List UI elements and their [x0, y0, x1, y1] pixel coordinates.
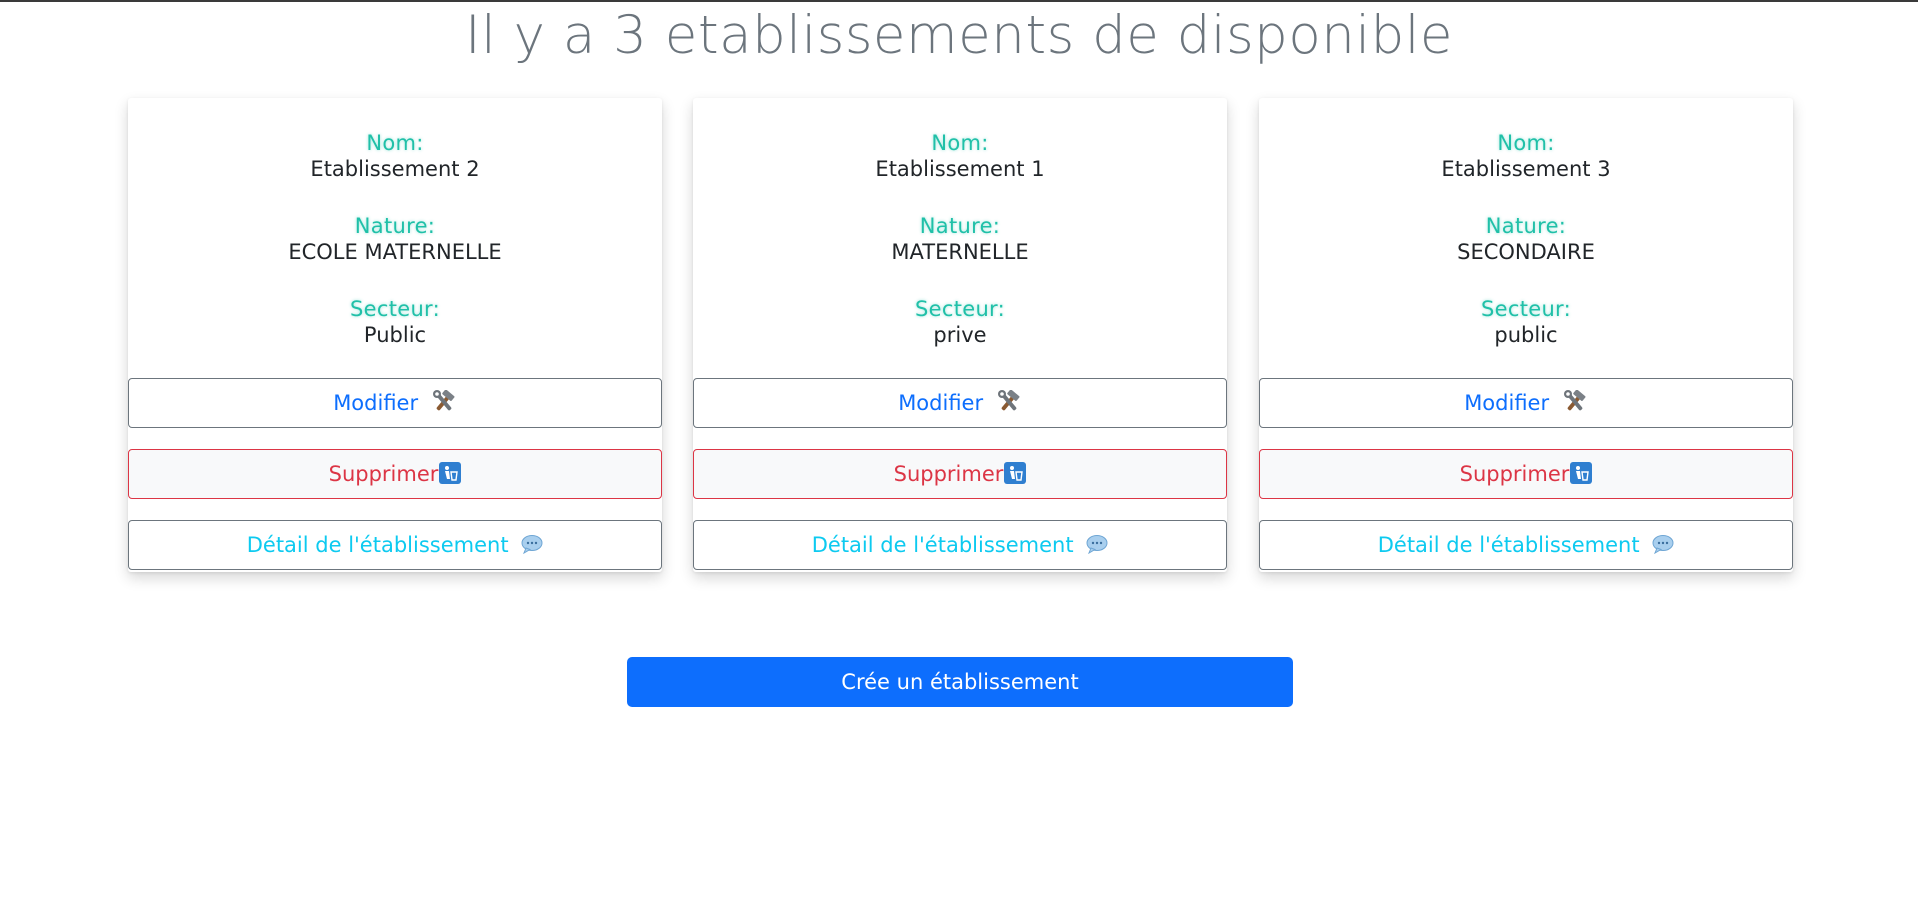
hammer-and-wrench-icon [1563, 390, 1586, 411]
hammer-and-wrench-icon [997, 390, 1020, 411]
speech-bubble-icon [521, 535, 543, 554]
modifier-button[interactable]: Modifier [693, 378, 1227, 428]
create-establishment-button[interactable]: Crée un établissement [627, 657, 1293, 707]
field-label-nature: Nature: [1259, 213, 1793, 239]
field-label-nom: Nom: [128, 130, 662, 156]
field-secteur: Secteur: Public [128, 296, 662, 348]
field-label-secteur-text: Secteur: [350, 297, 440, 321]
field-label-nom-text: Nom: [366, 131, 424, 155]
modifier-button[interactable]: Modifier [128, 378, 662, 428]
field-label-secteur-text: Secteur: [915, 297, 1005, 321]
establishment-name: Etablissement 1 [875, 157, 1045, 181]
field-label-secteur: Secteur: [1259, 296, 1793, 322]
supprimer-button-label: Supprimer [328, 462, 439, 486]
establishment-name: Etablissement 3 [1441, 157, 1611, 181]
field-label-nature-text: Nature: [1485, 214, 1567, 238]
detail-button-label: Détail de l'établissement [1377, 533, 1640, 557]
detail-button-label: Détail de l'établissement [811, 533, 1074, 557]
field-label-nature-text: Nature: [919, 214, 1001, 238]
field-secteur: Secteur: prive [693, 296, 1227, 348]
field-label-nom: Nom: [693, 130, 1227, 156]
field-secteur: Secteur: public [1259, 296, 1793, 348]
modifier-button-label: Modifier [898, 391, 984, 415]
establishment-card: Nom: Etablissement 1 Nature: MATERNELLE … [693, 98, 1227, 572]
supprimer-button[interactable]: Supprimer [128, 449, 662, 499]
page-title: Il y a 3 etablissements de disponible [464, 5, 1454, 66]
speech-bubble-icon [1086, 535, 1108, 554]
field-label-nom-text: Nom: [931, 131, 989, 155]
field-label-nature: Nature: [128, 213, 662, 239]
field-nature: Nature: ECOLE MATERNELLE [128, 213, 662, 265]
field-nature: Nature: SECONDAIRE [1259, 213, 1793, 265]
establishment-secteur: Public [363, 323, 427, 347]
field-label-nom-text: Nom: [1497, 131, 1555, 155]
modifier-button[interactable]: Modifier [1259, 378, 1793, 428]
establishment-name: Etablissement 2 [310, 157, 480, 181]
field-label-secteur: Secteur: [128, 296, 662, 322]
establishment-nature: ECOLE MATERNELLE [288, 240, 502, 264]
supprimer-button-label: Supprimer [893, 462, 1004, 486]
supprimer-button[interactable]: Supprimer [693, 449, 1227, 499]
field-nom: Nom: Etablissement 2 [128, 130, 662, 182]
establishment-card: Nom: Etablissement 2 Nature: ECOLE MATER… [128, 98, 662, 572]
establishment-secteur: public [1494, 323, 1558, 347]
modifier-button-label: Modifier [1464, 391, 1550, 415]
field-label-nature-text: Nature: [354, 214, 436, 238]
speech-bubble-icon [1652, 535, 1674, 554]
detail-button-label: Détail de l'établissement [246, 533, 509, 557]
field-nature: Nature: MATERNELLE [693, 213, 1227, 265]
establishment-nature: MATERNELLE [891, 240, 1029, 264]
detail-button[interactable]: Détail de l'établissement [128, 520, 662, 570]
establishment-nature: SECONDAIRE [1457, 240, 1595, 264]
trash-icon [1004, 462, 1027, 484]
trash-icon [1570, 462, 1593, 484]
establishment-card: Nom: Etablissement 3 Nature: SECONDAIRE … [1259, 98, 1793, 572]
top-border [0, 0, 1918, 2]
establishment-secteur: prive [933, 323, 987, 347]
field-nom: Nom: Etablissement 3 [1259, 130, 1793, 182]
field-label-nom: Nom: [1259, 130, 1793, 156]
field-label-secteur-text: Secteur: [1481, 297, 1571, 321]
supprimer-button[interactable]: Supprimer [1259, 449, 1793, 499]
modifier-button-label: Modifier [333, 391, 419, 415]
detail-button[interactable]: Détail de l'établissement [1259, 520, 1793, 570]
field-nom: Nom: Etablissement 1 [693, 130, 1227, 182]
trash-icon [439, 462, 462, 484]
field-label-nature: Nature: [693, 213, 1227, 239]
field-label-secteur: Secteur: [693, 296, 1227, 322]
hammer-and-wrench-icon [432, 390, 455, 411]
detail-button[interactable]: Détail de l'établissement [693, 520, 1227, 570]
supprimer-button-label: Supprimer [1459, 462, 1570, 486]
